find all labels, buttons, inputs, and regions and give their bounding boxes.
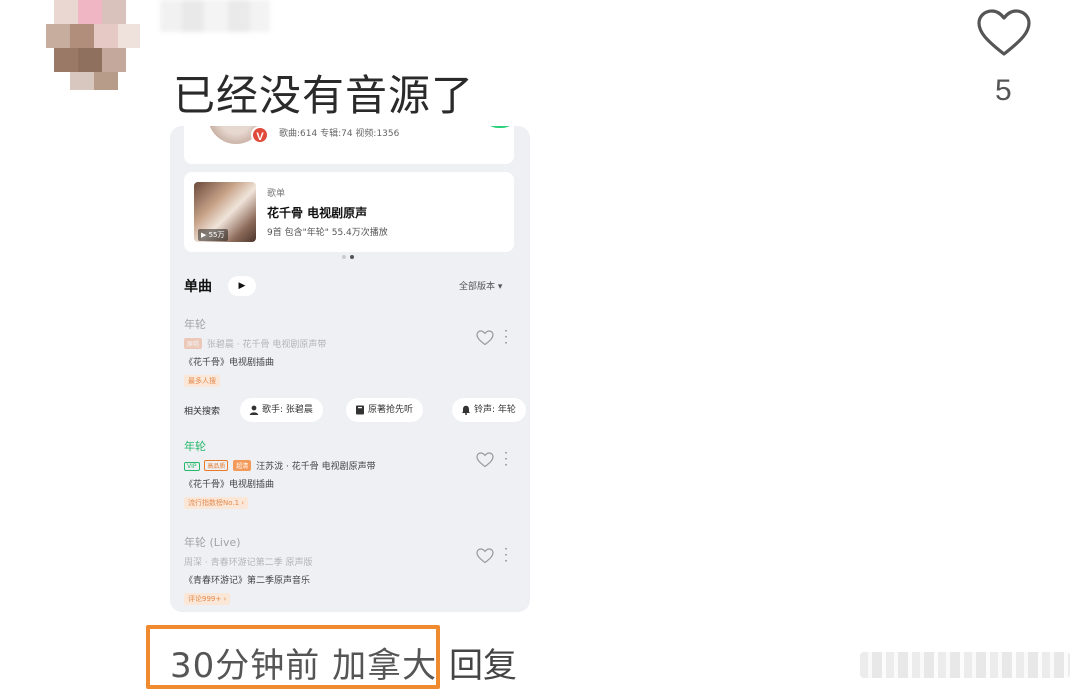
related-label: 相关搜索 xyxy=(184,407,221,417)
playlist-card: ▶ 55万 歌单 花千骨 电视剧原声 9首 包含"年轮" 55.4万次播放 xyxy=(184,172,514,252)
heart-outline-icon xyxy=(476,548,494,564)
song-badge: 最多人搜 xyxy=(184,375,220,387)
song-desc: 《花千骨》电视剧插曲 xyxy=(184,358,275,368)
song-row: 年轮 VIP 高品质 超清 汪苏泷 · 花千骨 电视剧原声带 《花千骨》电视剧插… xyxy=(184,438,524,509)
comment-time: 30分钟前 xyxy=(170,646,321,686)
attached-screenshot[interactable]: V 歌曲:614 专辑:74 视频:1356 ▶ 55万 歌单 花千骨 电视剧原… xyxy=(170,126,530,612)
reply-button[interactable]: 回复 xyxy=(449,638,517,687)
v-badge-icon: V xyxy=(251,126,269,144)
artist-stats: 歌曲:614 专辑:74 视频:1356 xyxy=(279,129,400,139)
playlist-type-label: 歌单 xyxy=(267,189,286,199)
song-row: 年轮 (Live) 周深 · 青春环游记第二季 原声版 《青春环游记》第二季原声… xyxy=(184,534,524,605)
all-versions-dropdown: 全部版本 ▾ xyxy=(459,282,503,292)
song-desc: 《花千骨》电视剧插曲 xyxy=(184,480,275,490)
comment-location: 加拿大 xyxy=(332,646,438,686)
song-title: 年轮 xyxy=(184,318,206,331)
song-artists: 张碧晨 · 花千骨 电视剧原声带 xyxy=(206,340,327,350)
heart-outline-icon[interactable] xyxy=(976,8,1032,58)
heart-outline-icon xyxy=(476,330,494,346)
song-badge: 评论999+ › xyxy=(184,593,231,605)
song-title: 年轮 (Live) xyxy=(184,536,241,549)
comment-text: 已经没有音源了 xyxy=(173,71,475,120)
person-icon xyxy=(249,405,259,415)
related-chip-singer: 歌手: 张碧晨 xyxy=(240,398,323,422)
follow-button xyxy=(482,126,518,128)
song-badge: 流行指数榜No.1 › xyxy=(184,497,249,509)
song-artists: 周深 · 青春环游记第二季 原声版 xyxy=(184,558,313,568)
song-desc: 《青春环游记》第二季原声音乐 xyxy=(184,576,311,586)
song-row: 年轮 原唱 张碧晨 · 花千骨 电视剧原声带 《花千骨》电视剧插曲 最多人搜 ·… xyxy=(184,316,524,387)
avatar[interactable] xyxy=(40,0,140,90)
song-title: 年轮 xyxy=(184,440,206,453)
like-count: 5 xyxy=(995,74,1012,107)
song-artists: 汪苏泷 · 花千骨 电视剧原声带 xyxy=(256,462,376,472)
related-searches: 相关搜索 歌手: 张碧晨 原著抢先听 铃声: 年轮 xyxy=(184,398,530,424)
play-all-icon: ▶ xyxy=(228,276,256,296)
related-chip-ringtone: 铃声: 年轮 xyxy=(452,398,526,422)
watermark xyxy=(860,652,1070,678)
related-chip-novel: 原著抢先听 xyxy=(346,398,424,422)
singles-title: 单曲 xyxy=(184,279,212,295)
comment-time-location: 30分钟前 加拿大 xyxy=(170,638,437,687)
heart-outline-icon xyxy=(476,452,494,468)
artist-card: V 歌曲:614 专辑:74 视频:1356 xyxy=(184,126,518,164)
playlist-play-count: ▶ 55万 xyxy=(198,229,228,241)
more-icon: · · · xyxy=(504,324,508,350)
carousel-dots xyxy=(342,244,358,263)
bell-icon xyxy=(462,405,470,415)
username-blurred[interactable] xyxy=(160,0,270,32)
book-icon xyxy=(356,405,364,415)
song-tag: VIP xyxy=(184,462,200,471)
song-tag: 超清 xyxy=(233,460,252,471)
song-tag: 高品质 xyxy=(204,460,229,471)
playlist-meta: 9首 包含"年轮" 55.4万次播放 xyxy=(267,228,388,238)
more-icon: · · · xyxy=(504,446,508,472)
song-tag: 原唱 xyxy=(184,338,203,349)
more-icon: · · · xyxy=(504,542,508,568)
playlist-title: 花千骨 电视剧原声 xyxy=(267,206,368,220)
